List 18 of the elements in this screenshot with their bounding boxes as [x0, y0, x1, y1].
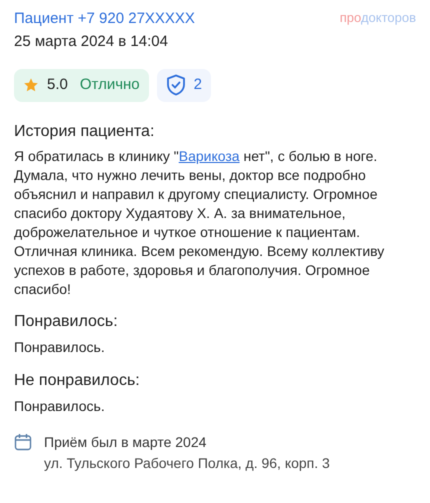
logo: продокторов	[340, 9, 416, 27]
rating-value: 5.0	[47, 75, 68, 95]
section-text: Я обратилась в клинику "Варикоза нет", с болью в ноге. Думала, что нужно лечить вены, доктор все подробно объяснил и направил к другому специалисту. Огромное спасибо доктору Худаятову Х. А. за внимательное, доброжелательное и чуткое отношение к пациентам. Отличная клиника. Всем рекомендую. Всему коллективу успехов в работе, здоровья и благополучия. Огромное спасибо!	[14, 147, 386, 298]
calendar-icon	[14, 432, 32, 451]
rating-label: Отлично	[80, 75, 140, 95]
section-text: Понравилось.	[14, 396, 106, 416]
clinic-link[interactable]: Варикоза	[178, 148, 240, 164]
star-icon	[23, 77, 39, 94]
shield-check-icon	[166, 74, 186, 96]
author-link[interactable]: Пациент +7 920 27XXXXX	[14, 8, 195, 30]
section-title: История пациента:	[14, 122, 156, 142]
visit-date: Приём был в марте 2024	[44, 432, 208, 452]
verification-count: 2	[194, 75, 202, 95]
section-text: Понравилось.	[14, 338, 106, 358]
clinic-address: ул. Тульского Рабочего Полка, д. 96, корп. 3	[44, 454, 330, 473]
section-title: Понравилось:	[14, 312, 119, 332]
section-title: Не понравилось:	[14, 371, 141, 392]
review-date: 25 марта 2024 в 14:04	[14, 32, 169, 52]
